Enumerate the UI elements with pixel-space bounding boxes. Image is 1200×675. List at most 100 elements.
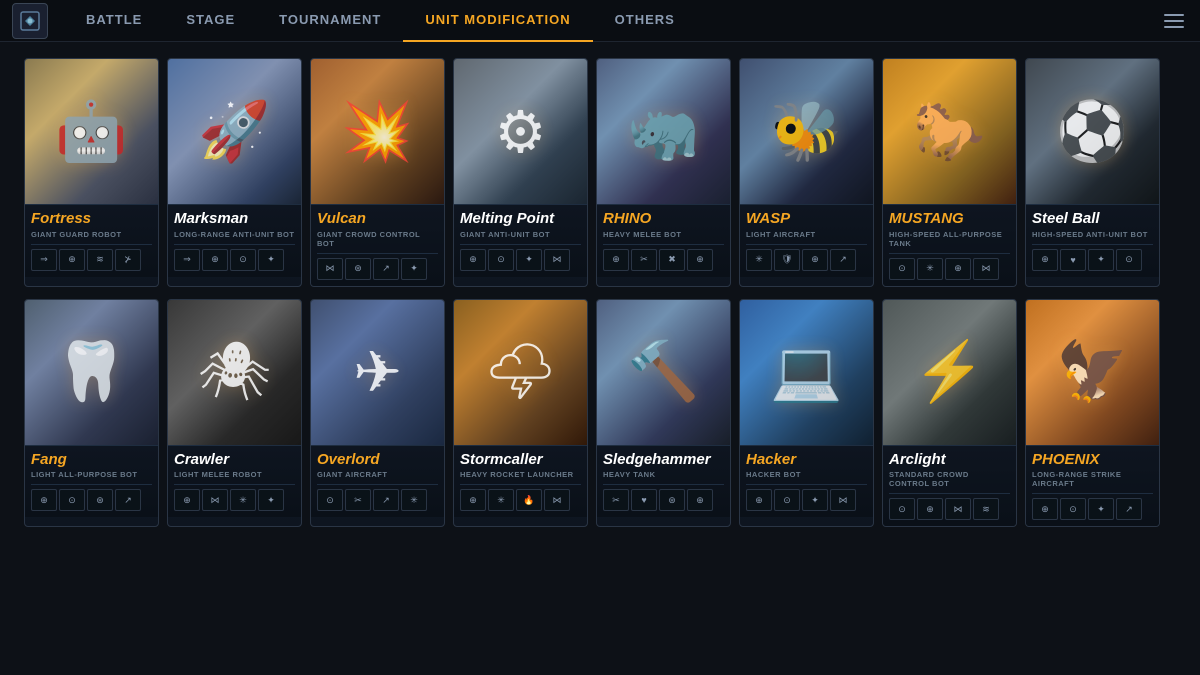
- skill-icon-0[interactable]: ⊕: [1032, 498, 1058, 520]
- unit-card-wasp[interactable]: 🐝 WASP LIGHT AIRCRAFT ✳🛡⊕↗: [739, 58, 874, 287]
- nav-unit-modification[interactable]: UNIT MODIFICATION: [403, 0, 592, 42]
- unit-image-crawler: 🕷: [168, 300, 301, 445]
- unit-card-fortress[interactable]: 🤖 Fortress GIANT GUARD ROBOT ⇒⊕≋⊁: [24, 58, 159, 287]
- skill-icon-3[interactable]: ✦: [258, 249, 284, 271]
- skill-icon-3[interactable]: ⋈: [973, 258, 999, 280]
- skill-icon-3[interactable]: ↗: [115, 489, 141, 511]
- skill-icon-0[interactable]: ⋈: [317, 258, 343, 280]
- skill-icon-1[interactable]: ✳: [917, 258, 943, 280]
- skill-icon-2[interactable]: ⊛: [87, 489, 113, 511]
- skill-icon-0[interactable]: ⊕: [1032, 249, 1058, 271]
- unit-name-rhino: RHINO: [603, 211, 724, 228]
- unit-image-meltingpoint: ⚙: [454, 59, 587, 204]
- skill-icon-1[interactable]: ✳: [488, 489, 514, 511]
- skill-icon-0[interactable]: ⊕: [603, 249, 629, 271]
- skill-icon-3[interactable]: ⋈: [544, 489, 570, 511]
- skill-icon-0[interactable]: ⊕: [460, 249, 486, 271]
- skill-icon-2[interactable]: ↗: [373, 489, 399, 511]
- skill-icon-2[interactable]: ⊕: [945, 258, 971, 280]
- skill-icon-3[interactable]: ✦: [258, 489, 284, 511]
- skill-icon-1[interactable]: ⊙: [59, 489, 85, 511]
- skill-icon-3[interactable]: ⊕: [687, 249, 713, 271]
- skill-icon-3[interactable]: ⊕: [687, 489, 713, 511]
- unit-type-stormcaller: HEAVY ROCKET LAUNCHER: [460, 470, 581, 479]
- unit-info-hacker: Hacker HACKER BOT ⊕⊙✦⋈: [740, 445, 873, 518]
- skill-icon-1[interactable]: ⋈: [202, 489, 228, 511]
- skill-icon-2[interactable]: ⊕: [802, 249, 828, 271]
- unit-card-mustang[interactable]: 🐎 MUSTANG HIGH-SPEED ALL-PURPOSE TANK ⊙✳…: [882, 58, 1017, 287]
- skill-icon-1[interactable]: ⊕: [202, 249, 228, 271]
- unit-card-marksman[interactable]: 🚀 Marksman LONG-RANGE ANTI-UNIT BOT ⇒⊕⊙✦: [167, 58, 302, 287]
- skill-icon-3[interactable]: ⊁: [115, 249, 141, 271]
- unit-image-phoenix: 🦅: [1026, 300, 1159, 445]
- skill-icon-0[interactable]: ✂: [603, 489, 629, 511]
- unit-type-meltingpoint: GIANT ANTI-UNIT BOT: [460, 230, 581, 239]
- skill-icon-0[interactable]: ⊙: [889, 498, 915, 520]
- skill-bar-stormcaller: ⊕✳🔥⋈: [460, 484, 581, 513]
- unit-card-steelball[interactable]: ⚽ Steel Ball HIGH-SPEED ANTI-UNIT BOT ⊕♥…: [1025, 58, 1160, 287]
- logo[interactable]: [12, 3, 48, 39]
- skill-icon-2[interactable]: ✦: [802, 489, 828, 511]
- skill-icon-3[interactable]: ↗: [830, 249, 856, 271]
- skill-icon-3[interactable]: ⋈: [544, 249, 570, 271]
- skill-icon-0[interactable]: ⇒: [174, 249, 200, 271]
- unit-card-sledgehammer[interactable]: 🔨 Sledgehammer HEAVY TANK ✂♥⊛⊕: [596, 299, 731, 528]
- skill-icon-2[interactable]: ⊛: [659, 489, 685, 511]
- unit-card-stormcaller[interactable]: 🌩 Stormcaller HEAVY ROCKET LAUNCHER ⊕✳🔥⋈: [453, 299, 588, 528]
- skill-icon-1[interactable]: ⊛: [345, 258, 371, 280]
- unit-info-fang: Fang LIGHT ALL-PURPOSE BOT ⊕⊙⊛↗: [25, 445, 158, 518]
- nav-others[interactable]: OTHERS: [593, 0, 697, 42]
- unit-card-rhino[interactable]: 🦏 RHINO HEAVY MELEE BOT ⊕✂✖⊕: [596, 58, 731, 287]
- skill-icon-0[interactable]: ⊕: [746, 489, 772, 511]
- skill-icon-0[interactable]: ✳: [746, 249, 772, 271]
- skill-icon-2[interactable]: ✳: [230, 489, 256, 511]
- skill-icon-3[interactable]: ⋈: [830, 489, 856, 511]
- skill-icon-1[interactable]: ♥: [631, 489, 657, 511]
- skill-icon-1[interactable]: ✂: [631, 249, 657, 271]
- unit-card-phoenix[interactable]: 🦅 PHOENIX LONG-RANGE STRIKE AIRCRAFT ⊕⊙✦…: [1025, 299, 1160, 528]
- skill-icon-0[interactable]: ⊕: [174, 489, 200, 511]
- skill-icon-1[interactable]: ⊙: [1060, 498, 1086, 520]
- skill-icon-3[interactable]: ↗: [1116, 498, 1142, 520]
- nav-battle[interactable]: BATTLE: [64, 0, 164, 42]
- nav-stage[interactable]: STAGE: [164, 0, 257, 42]
- skill-icon-2[interactable]: ✦: [516, 249, 542, 271]
- skill-icon-1[interactable]: ⊙: [774, 489, 800, 511]
- unit-card-vulcan[interactable]: 💥 Vulcan GIANT CROWD CONTROL BOT ⋈⊛↗✦: [310, 58, 445, 287]
- skill-icon-2[interactable]: ✖: [659, 249, 685, 271]
- unit-card-meltingpoint[interactable]: ⚙ Melting Point GIANT ANTI-UNIT BOT ⊕⊙✦⋈: [453, 58, 588, 287]
- skill-icon-3[interactable]: ✳: [401, 489, 427, 511]
- skill-icon-0[interactable]: ⊙: [889, 258, 915, 280]
- unit-image-wasp: 🐝: [740, 59, 873, 204]
- skill-icon-1[interactable]: ⊕: [917, 498, 943, 520]
- skill-icon-2[interactable]: ✦: [1088, 249, 1114, 271]
- unit-card-fang[interactable]: 🦷 Fang LIGHT ALL-PURPOSE BOT ⊕⊙⊛↗: [24, 299, 159, 528]
- unit-info-mustang: MUSTANG HIGH-SPEED ALL-PURPOSE TANK ⊙✳⊕⋈: [883, 204, 1016, 286]
- skill-icon-3[interactable]: ✦: [401, 258, 427, 280]
- skill-icon-2[interactable]: 🔥: [516, 489, 542, 511]
- robot-shape-wasp: 🐝: [740, 59, 873, 204]
- unit-card-hacker[interactable]: 💻 Hacker HACKER BOT ⊕⊙✦⋈: [739, 299, 874, 528]
- skill-icon-0[interactable]: ⊕: [31, 489, 57, 511]
- skill-icon-1[interactable]: ⊕: [59, 249, 85, 271]
- hamburger-menu-icon[interactable]: [1160, 7, 1188, 35]
- skill-icon-2[interactable]: ✦: [1088, 498, 1114, 520]
- skill-icon-2[interactable]: ≋: [87, 249, 113, 271]
- nav-tournament[interactable]: TOURNAMENT: [257, 0, 403, 42]
- skill-icon-1[interactable]: 🛡: [774, 249, 800, 271]
- skill-icon-3[interactable]: ≋: [973, 498, 999, 520]
- skill-icon-0[interactable]: ⇒: [31, 249, 57, 271]
- skill-icon-3[interactable]: ⊙: [1116, 249, 1142, 271]
- skill-icon-0[interactable]: ⊕: [460, 489, 486, 511]
- skill-icon-1[interactable]: ✂: [345, 489, 371, 511]
- skill-icon-0[interactable]: ⊙: [317, 489, 343, 511]
- unit-card-arclight[interactable]: ⚡ Arclight STANDARD CROWD CONTROL BOT ⊙⊕…: [882, 299, 1017, 528]
- skill-icon-2[interactable]: ⋈: [945, 498, 971, 520]
- skill-icon-1[interactable]: ⊙: [488, 249, 514, 271]
- unit-card-overlord[interactable]: ✈ Overlord GIANT AIRCRAFT ⊙✂↗✳: [310, 299, 445, 528]
- skill-icon-1[interactable]: ♥: [1060, 249, 1086, 271]
- unit-card-crawler[interactable]: 🕷 Crawler LIGHT MELEE ROBOT ⊕⋈✳✦: [167, 299, 302, 528]
- skill-icon-2[interactable]: ⊙: [230, 249, 256, 271]
- skill-bar-vulcan: ⋈⊛↗✦: [317, 253, 438, 282]
- skill-icon-2[interactable]: ↗: [373, 258, 399, 280]
